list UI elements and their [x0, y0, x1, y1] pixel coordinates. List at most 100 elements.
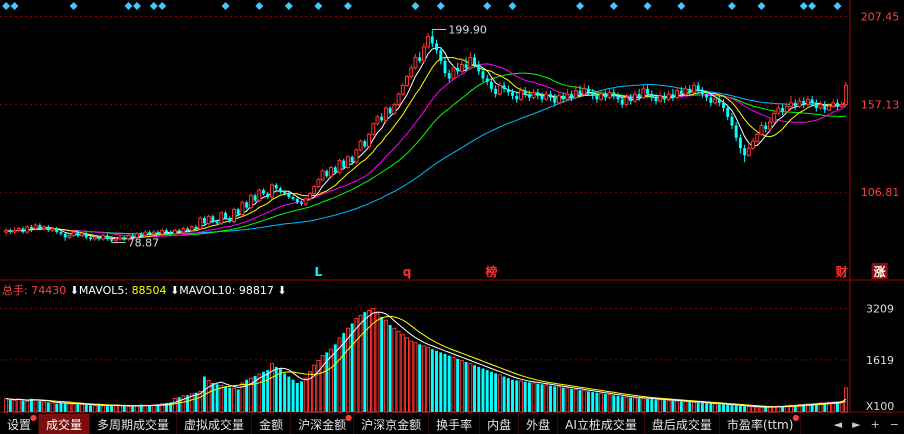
- volume-bar: [375, 313, 380, 413]
- candle-body: [380, 116, 384, 121]
- candle-body: [418, 57, 422, 61]
- tab-5[interactable]: 沪深金额 ●: [291, 413, 355, 434]
- candle: [612, 88, 616, 100]
- volume-bar: [726, 404, 730, 412]
- candle: [767, 118, 772, 131]
- candle: [240, 200, 245, 217]
- candle: [325, 169, 329, 178]
- candle: [506, 85, 510, 96]
- candle-body: [743, 148, 747, 156]
- tab-control-2[interactable]: +: [866, 414, 885, 434]
- candle-body: [675, 90, 680, 99]
- candle-body: [502, 85, 506, 89]
- candle-body: [16, 228, 21, 231]
- candle: [650, 90, 654, 102]
- candle-body: [266, 193, 270, 198]
- tab-2[interactable]: 多周期成交量: [90, 414, 178, 434]
- candle-body: [76, 232, 80, 236]
- candle-body: [755, 133, 760, 142]
- candle: [477, 60, 481, 75]
- candle: [291, 195, 295, 201]
- tab-3[interactable]: 虚拟成交量: [177, 414, 253, 434]
- candle-body: [831, 102, 836, 107]
- candle-body: [101, 235, 106, 240]
- candle: [380, 113, 384, 123]
- mavol10-label: ⬇MAVOL10:: [170, 284, 239, 297]
- candle-body: [797, 100, 802, 107]
- candle: [691, 81, 696, 95]
- candle: [730, 113, 734, 130]
- candle: [219, 211, 224, 226]
- candle-body: [283, 191, 287, 194]
- tab-control-3[interactable]: −: [885, 414, 904, 434]
- candle-body: [451, 67, 456, 79]
- tab-11[interactable]: 盘后成交量: [645, 414, 720, 434]
- volume-bar: [553, 386, 557, 412]
- candle: [118, 235, 123, 241]
- volume-bar: [612, 395, 616, 412]
- volume-bar: [181, 395, 186, 413]
- tab-12[interactable]: 市盈率(ttm) ●: [720, 413, 802, 434]
- volume-bar: [573, 388, 578, 413]
- candle: [105, 233, 109, 241]
- tab-9[interactable]: 外盘: [519, 414, 559, 434]
- candle-body: [586, 88, 590, 93]
- candle-body: [110, 239, 114, 241]
- candle: [485, 74, 489, 86]
- tab-1[interactable]: 成交量: [39, 414, 91, 434]
- tab-dot-icon: ●: [30, 413, 38, 422]
- tab-6[interactable]: 沪深京金额: [354, 414, 430, 434]
- candle-body: [616, 95, 620, 100]
- candle-body: [561, 95, 565, 100]
- candle-body: [641, 88, 646, 99]
- candle: [776, 104, 781, 116]
- candle: [262, 188, 266, 196]
- volume-bar: [662, 400, 666, 412]
- volume-bar: [464, 362, 468, 412]
- volume-bar: [738, 405, 742, 412]
- volume-bar: [755, 406, 760, 413]
- tab-8[interactable]: 内盘: [480, 414, 520, 434]
- volume-bar: [730, 405, 734, 412]
- candle-body: [4, 229, 9, 233]
- candle-body: [691, 84, 696, 93]
- price-panel[interactable]: 199.90 78.87 L q 榜 财 涨: [0, 0, 904, 413]
- candle-body: [405, 76, 409, 86]
- candle-body: [12, 229, 17, 233]
- candle-body: [713, 98, 718, 104]
- candle-body: [473, 57, 477, 65]
- candle: [29, 225, 33, 233]
- tab-0[interactable]: 设置 ●: [0, 413, 40, 434]
- candle: [16, 226, 21, 233]
- candle: [683, 85, 688, 96]
- candle-body: [481, 71, 485, 79]
- tab-4[interactable]: 金额: [252, 414, 292, 434]
- candle: [413, 53, 418, 70]
- candle-body: [287, 193, 291, 198]
- candle-body: [802, 101, 806, 105]
- candle-body: [654, 97, 658, 102]
- candle: [662, 92, 666, 103]
- candle-body: [671, 94, 675, 98]
- candle-body: [198, 217, 203, 230]
- event-diamond-icon: [158, 2, 167, 10]
- tab-10[interactable]: AI立桩成交量: [558, 414, 645, 434]
- candle-body: [67, 235, 72, 238]
- candle: [426, 32, 431, 49]
- candle-body: [307, 193, 312, 200]
- stock-chart[interactable]: 199.90 78.87 L q 榜 财 涨 207.45 157.13 106.81 3209…: [0, 0, 904, 434]
- candle: [312, 184, 317, 196]
- volume-bar: [565, 387, 570, 413]
- event-diamond-icon: [508, 2, 517, 10]
- volume-bar: [16, 398, 21, 413]
- volume-panel[interactable]: [0, 308, 850, 413]
- tab-control-0[interactable]: ◄: [829, 414, 847, 434]
- volume-bar: [383, 319, 388, 413]
- tab-7[interactable]: 换手率: [429, 414, 481, 434]
- volume-bar: [654, 399, 658, 412]
- volume-bar: [405, 337, 409, 413]
- candle: [582, 83, 587, 96]
- candle-body: [206, 215, 211, 224]
- tab-control-1[interactable]: ►: [847, 414, 865, 434]
- candle: [823, 101, 827, 114]
